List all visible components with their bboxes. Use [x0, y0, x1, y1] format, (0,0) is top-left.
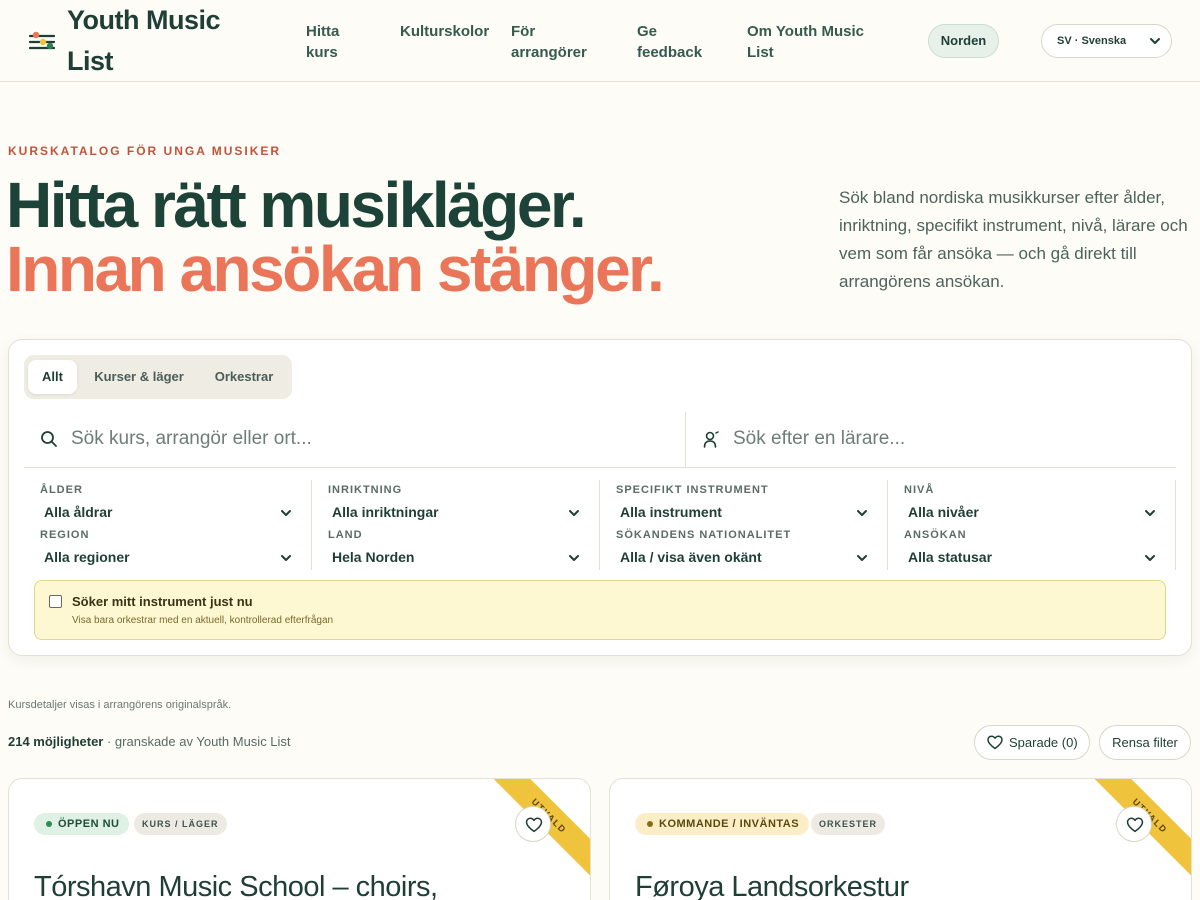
hero-title-line1: Hitta rätt musikläger. [6, 169, 587, 241]
chevron-down-icon [857, 510, 867, 516]
site-logo-text[interactable]: Youth Music List [67, 0, 257, 82]
nav-give-feedback[interactable]: Ge feedback [637, 21, 717, 63]
status-dot [46, 821, 52, 827]
chevron-down-icon [1150, 38, 1160, 44]
filter-divider [599, 480, 600, 570]
hero-eyebrow: KURSKATALOG FÖR UNGA MUSIKER [8, 144, 282, 158]
chevron-down-icon [1145, 555, 1155, 561]
language-select-value: SV · Svenska [1057, 35, 1127, 47]
heart-icon [1126, 817, 1144, 833]
equalizer-logo-icon[interactable] [28, 30, 56, 54]
filter-instrument-label: SPECIFIKT INSTRUMENT [616, 484, 769, 496]
result-card[interactable]: UTVALD ÖPPEN NU KURS / LÄGER Tórshavn Mu… [8, 778, 591, 900]
filter-instrument-select[interactable]: Alla instrument [620, 503, 722, 521]
favorite-button[interactable] [1116, 806, 1152, 842]
filter-nationality-select[interactable]: Alla / visa även okänt [620, 548, 762, 566]
filter-level-select[interactable]: Alla nivåer [908, 503, 979, 521]
chevron-down-icon [569, 510, 579, 516]
language-note: Kursdetaljer visas i arrangörens origina… [8, 699, 232, 711]
saved-button-label: Sparade (0) [1009, 735, 1078, 750]
nav-about[interactable]: Om Youth Music List [747, 21, 872, 63]
filter-divider [311, 480, 312, 570]
chevron-down-icon [857, 555, 867, 561]
filter-level-label: NIVÅ [904, 484, 935, 496]
filter-direction-select[interactable]: Alla inriktningar [332, 503, 439, 521]
search-divider [685, 412, 686, 468]
card-title[interactable]: Tórshavn Music School – choirs, [34, 867, 438, 900]
tab-all[interactable]: Allt [28, 360, 77, 394]
nav-for-organizers[interactable]: För arrangörer [511, 21, 601, 63]
region-button[interactable]: Norden [928, 24, 999, 58]
heart-icon [525, 817, 543, 833]
filter-application-label: ANSÖKAN [904, 529, 967, 541]
filter-country-select[interactable]: Hela Norden [332, 548, 414, 566]
status-dot [647, 821, 653, 827]
results-count-suffix: · granskade av Youth Music List [103, 734, 291, 749]
type-badge: ORKESTER [811, 813, 886, 835]
filter-country-label: LAND [328, 529, 363, 541]
hero-description: Sök bland nordiska musikkurser efter åld… [839, 188, 1188, 291]
search-input[interactable] [71, 424, 671, 454]
status-badge-label: KOMMANDE / INVÄNTAS [659, 818, 800, 830]
chevron-down-icon [569, 555, 579, 561]
filter-divider [887, 480, 888, 570]
teacher-search-input[interactable] [733, 424, 1163, 454]
status-badge: KOMMANDE / INVÄNTAS [635, 813, 810, 835]
instrument-demand-title[interactable]: Söker mitt instrument just nu [72, 594, 253, 610]
results-count-number: 214 möjligheter [8, 734, 104, 749]
chevron-down-icon [281, 510, 291, 516]
instrument-demand-checkbox[interactable] [49, 595, 62, 608]
result-card[interactable]: UTVALD KOMMANDE / INVÄNTAS ORKESTER Føro… [609, 778, 1192, 900]
filter-divider [1175, 480, 1176, 570]
nav-culture-schools[interactable]: Kulturskolor [400, 21, 500, 42]
teacher-user-icon [703, 431, 719, 448]
nav-find-course[interactable]: Hitta kurs [306, 21, 366, 63]
language-select[interactable]: SV · Svenska [1041, 24, 1172, 58]
chevron-down-icon [281, 555, 291, 561]
tab-courses-camps[interactable]: Kurser & läger [84, 360, 194, 394]
favorite-button[interactable] [515, 806, 551, 842]
type-badge: KURS / LÄGER [134, 813, 227, 835]
instrument-demand-alert [34, 580, 1166, 640]
saved-button[interactable]: Sparade (0) [974, 725, 1090, 760]
filter-region-label: REGION [40, 529, 90, 541]
filter-nationality-label: SÖKANDENS NATIONALITET [616, 529, 792, 541]
heart-icon [987, 735, 1003, 750]
site-header: Youth Music List Hitta kurs Kulturskolor… [0, 0, 1200, 82]
filter-direction-label: INRIKTNING [328, 484, 403, 496]
filter-age-select[interactable]: Alla åldrar [44, 503, 112, 521]
status-badge: ÖPPEN NU [34, 813, 130, 835]
hero-title-line2: Innan ansökan stänger. [6, 233, 665, 305]
chevron-down-icon [1145, 510, 1155, 516]
tab-orchestras[interactable]: Orkestrar [203, 360, 285, 394]
card-title[interactable]: Føroya Landsorkestur [635, 867, 909, 900]
clear-filters-button[interactable]: Rensa filter [1099, 725, 1191, 760]
filter-region-select[interactable]: Alla regioner [44, 548, 130, 566]
filter-age-label: ÅLDER [40, 484, 83, 496]
filter-application-select[interactable]: Alla statusar [908, 548, 992, 566]
results-count: 214 möjligheter · granskade av Youth Mus… [8, 734, 291, 750]
status-badge-label: ÖPPEN NU [58, 818, 120, 830]
search-icon [41, 431, 57, 447]
instrument-demand-subtitle: Visa bara orkestrar med en aktuell, kont… [72, 615, 334, 626]
